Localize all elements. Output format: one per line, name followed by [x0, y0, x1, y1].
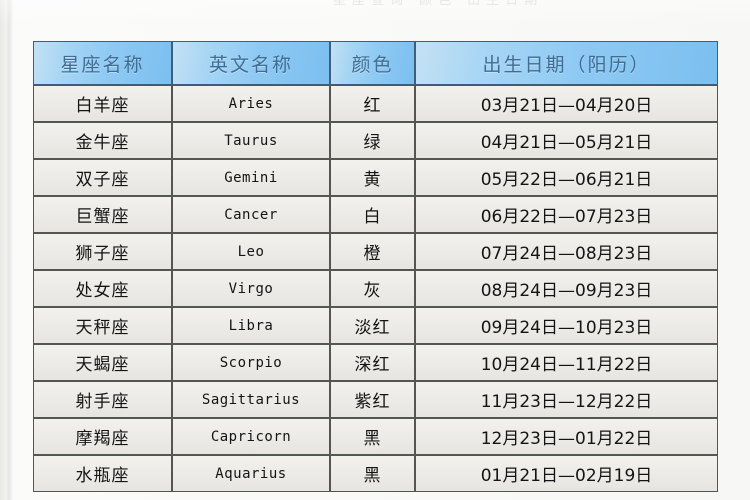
table-row: 天秤座 Libra 淡红 09月24日—10月23日: [33, 307, 718, 344]
cell-date: 01月21日—02月19日: [415, 455, 718, 492]
table-row: 射手座 Sagittarius 紫红 11月23日—12月22日: [33, 381, 718, 418]
cell-color: 绿: [330, 122, 415, 159]
table-row: 处女座 Virgo 灰 08月24日—09月23日: [33, 270, 718, 307]
column-header-birth-date: 出生日期（阳历）: [415, 41, 718, 85]
table-row: 白羊座 Aries 红 03月21日—04月20日: [33, 85, 718, 122]
cell-date: 07月24日—08月23日: [415, 233, 718, 270]
cell-name: 摩羯座: [33, 418, 172, 455]
table-row: 金牛座 Taurus 绿 04月21日—05月21日: [33, 122, 718, 159]
cell-name: 狮子座: [33, 233, 172, 270]
cell-color: 红: [330, 85, 415, 122]
cell-en: Virgo: [172, 270, 330, 307]
zodiac-table: 星座名称 英文名称 颜色 出生日期（阳历） 白羊座 Aries 红 03月21日—04…: [33, 41, 718, 492]
table-row: 巨蟹座 Cancer 白 06月22日—07月23日: [33, 196, 718, 233]
cell-name: 天蝎座: [33, 344, 172, 381]
cell-color: 黑: [330, 455, 415, 492]
column-header-name: 星座名称: [33, 41, 172, 85]
column-header-english-name: 英文名称: [172, 41, 330, 85]
table-row: 水瓶座 Aquarius 黑 01月21日—02月19日: [33, 455, 718, 492]
cell-date: 08月24日—09月23日: [415, 270, 718, 307]
column-header-color: 颜色: [330, 41, 415, 85]
cell-en: Sagittarius: [172, 381, 330, 418]
scanned-page: 星座查询 颜色 出生日期 星座名称 英文名称 颜色 出生日期（阳历） 白羊座 Ar…: [0, 0, 750, 500]
cell-en: Gemini: [172, 159, 330, 196]
zodiac-table-container: 星座名称 英文名称 颜色 出生日期（阳历） 白羊座 Aries 红 03月21日—04…: [33, 41, 718, 492]
top-cropped-text-strip: 星座查询 颜色 出生日期: [0, 0, 750, 11]
table-row: 双子座 Gemini 黄 05月22日—06月21日: [33, 159, 718, 196]
cell-color: 黄: [330, 159, 415, 196]
table-header: 星座名称 英文名称 颜色 出生日期（阳历）: [33, 41, 718, 85]
cell-name: 天秤座: [33, 307, 172, 344]
cell-en: Capricorn: [172, 418, 330, 455]
table-body: 白羊座 Aries 红 03月21日—04月20日 金牛座 Taurus 绿 04月21日—0…: [33, 85, 718, 492]
cell-date: 11月23日—12月22日: [415, 381, 718, 418]
table-row: 天蝎座 Scorpio 深红 10月24日—11月22日: [33, 344, 718, 381]
cell-date: 06月22日—07月23日: [415, 196, 718, 233]
cell-name: 水瓶座: [33, 455, 172, 492]
cell-date: 12月23日—01月22日: [415, 418, 718, 455]
cell-name: 射手座: [33, 381, 172, 418]
cell-color: 深红: [330, 344, 415, 381]
top-faint-text: 星座查询 颜色 出生日期: [333, 0, 544, 8]
cell-color: 淡红: [330, 307, 415, 344]
cell-en: Scorpio: [172, 344, 330, 381]
table-row: 摩羯座 Capricorn 黑 12月23日—01月22日: [33, 418, 718, 455]
cell-name: 双子座: [33, 159, 172, 196]
cell-en: Taurus: [172, 122, 330, 159]
table-header-row: 星座名称 英文名称 颜色 出生日期（阳历）: [33, 41, 718, 85]
cell-date: 04月21日—05月21日: [415, 122, 718, 159]
cell-color: 紫红: [330, 381, 415, 418]
cell-date: 09月24日—10月23日: [415, 307, 718, 344]
cell-name: 白羊座: [33, 85, 172, 122]
cell-en: Aries: [172, 85, 330, 122]
cell-en: Leo: [172, 233, 330, 270]
cell-date: 05月22日—06月21日: [415, 159, 718, 196]
cell-name: 金牛座: [33, 122, 172, 159]
cell-color: 灰: [330, 270, 415, 307]
cell-date: 03月21日—04月20日: [415, 85, 718, 122]
cell-name: 处女座: [33, 270, 172, 307]
cell-en: Libra: [172, 307, 330, 344]
cell-en: Aquarius: [172, 455, 330, 492]
cell-name: 巨蟹座: [33, 196, 172, 233]
cell-en: Cancer: [172, 196, 330, 233]
cell-color: 橙: [330, 233, 415, 270]
cell-date: 10月24日—11月22日: [415, 344, 718, 381]
table-row: 狮子座 Leo 橙 07月24日—08月23日: [33, 233, 718, 270]
cell-color: 黑: [330, 418, 415, 455]
cell-color: 白: [330, 196, 415, 233]
